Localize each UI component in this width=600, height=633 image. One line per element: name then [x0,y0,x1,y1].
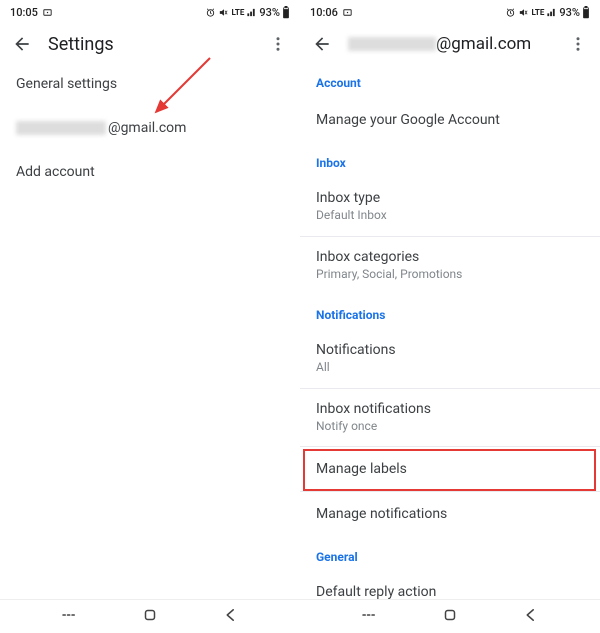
screenshot-icon [42,7,53,18]
section-header-notifications: Notifications [300,294,600,330]
back-icon[interactable] [222,606,240,628]
battery-text: 93% [559,6,580,19]
row-manage-notifications[interactable]: Manage notifications [300,492,600,536]
appbar: Settings [0,22,300,62]
recents-icon[interactable] [360,606,378,628]
battery-text: 93% [259,6,280,19]
system-navbar [0,599,300,633]
signal-icon [246,7,257,18]
phone-left: 10:05 LTE 93% [0,0,300,633]
row-inbox-categories[interactable]: Inbox categories Primary, Social, Promot… [300,237,600,295]
signal-icon [546,7,557,18]
overflow-menu-icon[interactable] [566,32,590,56]
phone-right: 10:06 LTE 93% [300,0,600,633]
row-label: Add account [16,164,284,180]
mute-icon [518,7,529,18]
home-icon[interactable] [141,606,159,628]
screenshot-icon [342,7,353,18]
battery-icon [582,6,590,19]
row-add-account[interactable]: Add account [0,150,300,194]
back-arrow-icon[interactable] [10,32,34,56]
row-label: Inbox type [316,190,584,206]
appbar: xxxxxxxxxx @gmail.com [300,22,600,62]
section-header-account: Account [300,62,600,98]
overflow-menu-icon[interactable] [266,32,290,56]
mute-icon [218,7,229,18]
system-navbar [300,599,600,633]
row-label: Inbox categories [316,249,584,265]
page-title: @gmail.com [436,34,531,54]
row-default-reply-action[interactable]: Default reply action Reply [300,572,600,599]
alarm-icon [505,7,516,18]
lte-icon: LTE [531,8,544,17]
section-header-inbox: Inbox [300,142,600,178]
row-notifications[interactable]: Notifications All [300,330,600,388]
row-label: Manage labels [316,461,584,477]
redacted-username: xxxxxxxxxx [16,121,106,135]
row-value: Default Inbox [316,208,584,224]
row-label: Manage notifications [316,506,584,522]
status-time: 10:05 [10,6,38,19]
row-account-email[interactable]: xxxxxxxxxx @gmail.com [0,106,300,150]
statusbar: 10:05 LTE 93% [0,0,300,22]
home-icon[interactable] [441,606,459,628]
row-value: Notify once [316,419,584,435]
row-manage-labels[interactable]: Manage labels [300,447,600,491]
row-general-settings[interactable]: General settings [0,62,300,106]
row-label: Notifications [316,342,584,358]
alarm-icon [205,7,216,18]
statusbar: 10:06 LTE 93% [300,0,600,22]
lte-icon: LTE [231,8,244,17]
row-label: Inbox notifications [316,401,584,417]
row-label: Default reply action [316,584,584,599]
battery-icon [282,6,290,19]
row-label: Manage your Google Account [316,112,584,128]
row-value: All [316,360,584,376]
row-value: Primary, Social, Promotions [316,267,584,283]
status-time: 10:06 [310,6,338,19]
row-manage-google-account[interactable]: Manage your Google Account [300,98,600,142]
redacted-username: xxxxxxxxxx [348,37,436,51]
page-title: Settings [48,34,114,55]
back-arrow-icon[interactable] [310,32,334,56]
row-inbox-notifications[interactable]: Inbox notifications Notify once [300,389,600,447]
recents-icon[interactable] [60,606,78,628]
row-inbox-type[interactable]: Inbox type Default Inbox [300,178,600,236]
section-header-general: General [300,536,600,572]
row-label: General settings [16,76,284,92]
email-suffix: @gmail.com [108,120,186,136]
back-icon[interactable] [522,606,540,628]
